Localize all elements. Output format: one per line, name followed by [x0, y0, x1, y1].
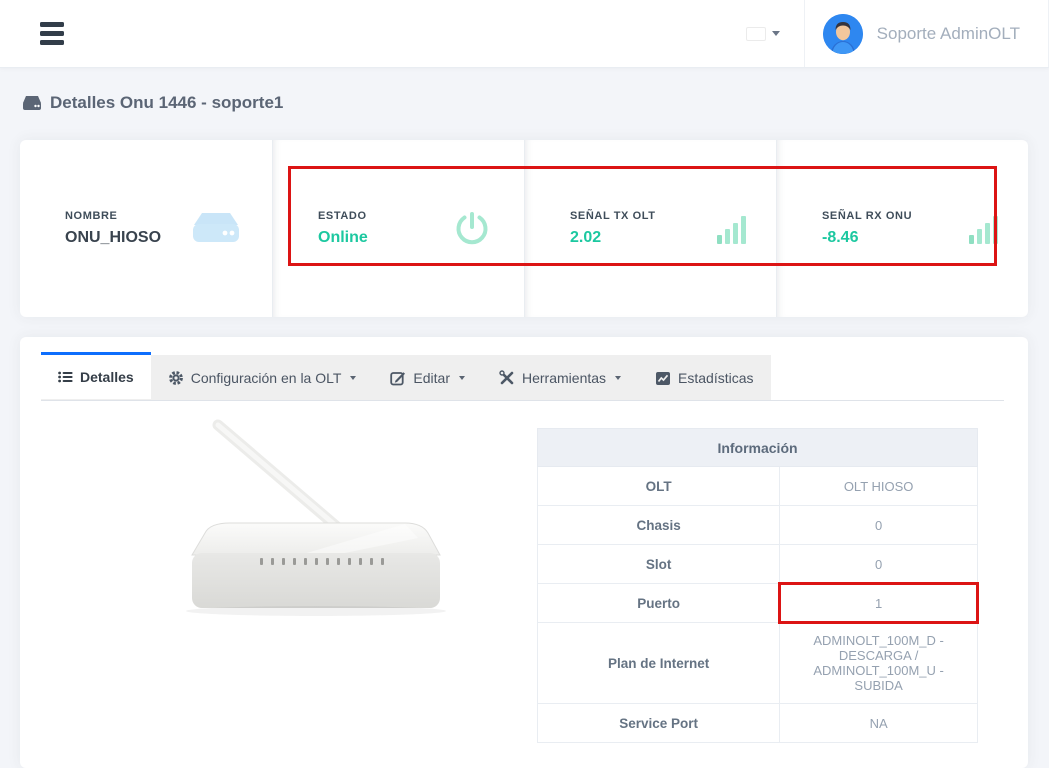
edit-icon [390, 370, 406, 386]
stat-value: 2.02 [570, 229, 656, 247]
tab-label: Configuración en la OLT [191, 370, 342, 386]
user-menu[interactable]: Soporte AdminOLT [804, 0, 1049, 67]
row-label: Service Port [538, 704, 780, 743]
stat-estado: ESTADO Online [272, 140, 524, 317]
stat-label: ESTADO [318, 210, 368, 222]
caret-down-icon [615, 376, 621, 380]
row-value: 0 [780, 545, 978, 584]
onu-title-icon [22, 95, 42, 112]
page-title: Detalles Onu 1446 - soporte1 [22, 93, 283, 113]
stat-label: SEÑAL RX ONU [822, 210, 912, 222]
stat-nombre: NOMBRE ONU_HIOSO [20, 140, 272, 317]
tab-herramientas[interactable]: Herramientas [482, 355, 638, 401]
menu-toggle-icon[interactable] [40, 18, 64, 49]
power-icon [450, 207, 494, 251]
tab-label: Herramientas [522, 370, 606, 386]
row-label: Chasis [538, 506, 780, 545]
row-value: 1 [780, 584, 978, 623]
spain-flag-icon [747, 28, 765, 40]
tab-detalles[interactable]: Detalles [41, 352, 151, 399]
caret-down-icon [772, 31, 780, 36]
table-row-olt: OLT OLT HIOSO [538, 467, 978, 506]
row-label: Puerto [538, 584, 780, 623]
row-label: Plan de Internet [538, 623, 780, 704]
stat-value: Online [318, 229, 368, 247]
signal-bars-icon [969, 214, 998, 244]
details-card: Detalles Configuración en la OLT [20, 337, 1028, 768]
tab-estadisticas[interactable]: Estadísticas [638, 355, 770, 401]
page-title-text: Detalles Onu 1446 - soporte1 [50, 93, 283, 113]
stat-senal-tx-olt: SEÑAL TX OLT 2.02 [524, 140, 776, 317]
chart-icon [655, 371, 671, 386]
signal-bars-icon [717, 214, 746, 244]
language-selector[interactable] [723, 28, 804, 40]
caret-down-icon [350, 376, 356, 380]
row-value: 0 [780, 506, 978, 545]
tools-icon [499, 370, 515, 386]
tab-label: Detalles [80, 369, 134, 385]
onu-product-image [150, 403, 480, 635]
table-row-puerto: Puerto 1 [538, 584, 978, 623]
gear-icon [168, 370, 184, 386]
user-name: Soporte AdminOLT [877, 24, 1020, 44]
tab-bar: Detalles Configuración en la OLT [41, 355, 1004, 401]
row-value: OLT HIOSO [780, 467, 978, 506]
list-icon [58, 370, 73, 384]
table-row-plan: Plan de Internet ADMINOLT_100M_D - DESCA… [538, 623, 978, 704]
tab-configuracion-olt[interactable]: Configuración en la OLT [151, 355, 374, 401]
stat-value: ONU_HIOSO [65, 229, 161, 247]
tab-label: Estadísticas [678, 370, 753, 386]
top-navbar: Soporte AdminOLT [0, 0, 1049, 68]
tab-label: Editar [413, 370, 450, 386]
onu-device-icon [190, 209, 242, 249]
stat-senal-rx-onu: SEÑAL RX ONU -8.46 [776, 140, 1028, 317]
stat-value: -8.46 [822, 229, 912, 247]
stat-label: NOMBRE [65, 210, 161, 222]
stat-label: SEÑAL TX OLT [570, 210, 656, 222]
info-table: Información OLT OLT HIOSO Chasis 0 Slot … [537, 428, 978, 743]
row-label: OLT [538, 467, 780, 506]
table-row-service-port: Service Port NA [538, 704, 978, 743]
tab-editar[interactable]: Editar [373, 355, 482, 401]
row-value: NA [780, 704, 978, 743]
row-label: Slot [538, 545, 780, 584]
table-row-slot: Slot 0 [538, 545, 978, 584]
info-table-title: Información [538, 429, 978, 467]
row-value: ADMINOLT_100M_D - DESCARGA / ADMINOLT_10… [780, 623, 978, 704]
caret-down-icon [459, 376, 465, 380]
avatar [823, 14, 863, 54]
stats-card: NOMBRE ONU_HIOSO ESTADO Online SEÑAL TX [20, 140, 1028, 317]
table-row-chasis: Chasis 0 [538, 506, 978, 545]
